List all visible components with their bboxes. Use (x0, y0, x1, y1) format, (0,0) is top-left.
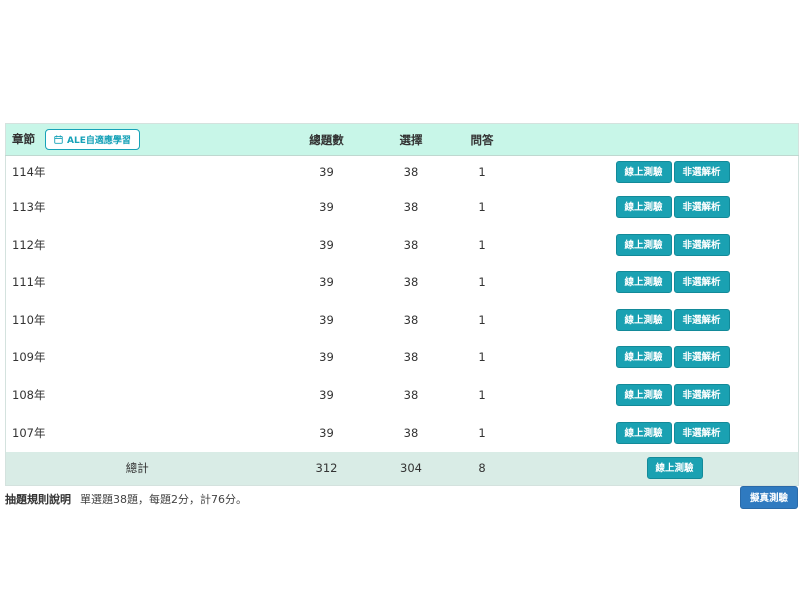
row-year: 107年 (12, 425, 46, 440)
online-test-button[interactable]: 線上測驗 (615, 346, 672, 368)
header-qa: 問答 (437, 123, 527, 156)
total-qa: 8 (478, 461, 486, 476)
row-qa: 1 (478, 425, 486, 440)
row-choice: 38 (403, 200, 419, 214)
table-row: 108年 39 38 1 線上測驗 非選解析 (5, 375, 799, 414)
header-choice: 選擇 (384, 123, 438, 156)
row-qa: 1 (478, 200, 486, 214)
online-test-button[interactable]: 線上測驗 (615, 271, 672, 293)
row-actions: 線上測驗 非選解析 (527, 226, 799, 264)
row-year: 111年 (12, 275, 46, 289)
table-row: 109年 39 38 1 線上測驗 非選解析 (5, 338, 799, 376)
row-total: 39 (319, 275, 334, 289)
online-test-button[interactable]: 線上測驗 (615, 233, 672, 256)
header-actions (526, 123, 799, 156)
row-actions: 線上測驗 非選解析 (527, 189, 799, 226)
exam-table: 章節 ALE自適應學習 總題數 選擇 問答 114年 39 38 1 線上測驗 … (5, 123, 799, 486)
row-total: 39 (319, 237, 334, 252)
total-count: 312 (315, 461, 338, 476)
total-label: 總計 (125, 461, 149, 476)
online-test-button[interactable]: 線上測驗 (615, 161, 672, 184)
row-qa: 1 (478, 312, 486, 327)
non-choice-analysis-button[interactable]: 非選解析 (673, 421, 730, 444)
non-choice-analysis-button[interactable]: 非選解析 (673, 161, 730, 184)
table-row: 110年 39 38 1 線上測驗 非選解析 (5, 300, 799, 339)
non-choice-analysis-button[interactable]: 非選解析 (673, 346, 730, 368)
total-online-test-button[interactable]: 線上測驗 (646, 457, 703, 480)
row-qa: 1 (478, 237, 486, 252)
row-total: 39 (319, 387, 334, 402)
row-choice: 38 (403, 275, 419, 289)
online-test-button[interactable]: 線上測驗 (615, 421, 672, 444)
total-choice: 304 (400, 461, 422, 476)
row-year: 108年 (12, 387, 46, 402)
row-actions: 線上測驗 非選解析 (527, 376, 799, 414)
table-footer: 總計 312 304 8 線上測驗 (5, 451, 799, 486)
row-qa: 1 (478, 165, 486, 180)
non-choice-analysis-button[interactable]: 非選解析 (673, 233, 730, 256)
row-actions: 線上測驗 非選解析 (527, 414, 799, 452)
table-body: 114年 39 38 1 線上測驗 非選解析 113年 39 38 1 線上測驗非… (5, 155, 799, 452)
header-total: 總題數 (268, 123, 385, 156)
online-test-button[interactable]: 線上測驗 (615, 308, 672, 331)
row-total: 39 (319, 312, 334, 327)
row-actions: 線上測驗 非選解析 (527, 156, 799, 189)
row-choice: 38 (403, 387, 419, 402)
row-choice: 38 (403, 350, 419, 364)
row-choice: 38 (403, 237, 419, 252)
rules-text: 單選題38題，每題2分，計76分。 (80, 493, 247, 506)
online-test-button[interactable]: 線上測驗 (615, 383, 672, 406)
row-total: 39 (319, 165, 334, 180)
row-choice: 38 (403, 165, 419, 180)
calendar-icon (54, 135, 63, 144)
row-year: 110年 (12, 312, 46, 327)
exam-table-container: 章節 ALE自適應學習 總題數 選擇 問答 114年 39 38 1 線上測驗 … (5, 123, 799, 486)
table-row: 112年 39 38 1 線上測驗 非選解析 (5, 225, 799, 264)
ale-button-label: ALE自適應學習 (67, 136, 131, 146)
header-chapter-label: 章節 (12, 132, 35, 146)
ale-adaptive-learning-button[interactable]: ALE自適應學習 (45, 129, 140, 150)
row-actions: 線上測驗 非選解析 (527, 301, 799, 339)
total-row: 總計 312 304 8 線上測驗 (5, 451, 799, 486)
row-total: 39 (319, 425, 334, 440)
mock-exam-button[interactable]: 擬真測驗 (739, 486, 798, 509)
row-year: 109年 (12, 350, 46, 364)
row-year: 114年 (12, 165, 46, 180)
row-year: 112年 (12, 237, 46, 252)
table-row: 111年 39 38 1 線上測驗 非選解析 (5, 263, 799, 301)
online-test-button[interactable]: 線上測驗 (615, 196, 672, 218)
table-row: 107年 39 38 1 線上測驗 非選解析 (5, 413, 799, 452)
table-header: 章節 ALE自適應學習 總題數 選擇 問答 (5, 123, 799, 156)
table-row: 113年 39 38 1 線上測驗 非選解析 (5, 188, 799, 226)
rules-title: 抽題規則說明 (5, 493, 71, 506)
non-choice-analysis-button[interactable]: 非選解析 (673, 383, 730, 406)
row-actions: 線上測驗 非選解析 (527, 339, 799, 376)
row-total: 39 (319, 200, 334, 214)
row-actions: 線上測驗 非選解析 (527, 264, 799, 301)
non-choice-analysis-button[interactable]: 非選解析 (673, 271, 730, 293)
row-choice: 38 (403, 312, 419, 327)
row-qa: 1 (478, 387, 486, 402)
total-actions: 線上測驗 (527, 452, 799, 486)
row-total: 39 (319, 350, 334, 364)
row-qa: 1 (478, 275, 486, 289)
table-row: 114年 39 38 1 線上測驗 非選解析 (5, 155, 799, 189)
row-year: 113年 (12, 200, 46, 214)
row-qa: 1 (478, 350, 486, 364)
header-chapter: 章節 ALE自適應學習 (5, 123, 269, 156)
non-choice-analysis-button[interactable]: 非選解析 (673, 196, 730, 218)
row-choice: 38 (403, 425, 419, 440)
rules-bar: 抽題規則說明 單選題38題，每題2分，計76分。 擬真測驗 (5, 486, 798, 510)
header-row: 章節 ALE自適應學習 總題數 選擇 問答 (5, 123, 799, 156)
non-choice-analysis-button[interactable]: 非選解析 (673, 308, 730, 331)
